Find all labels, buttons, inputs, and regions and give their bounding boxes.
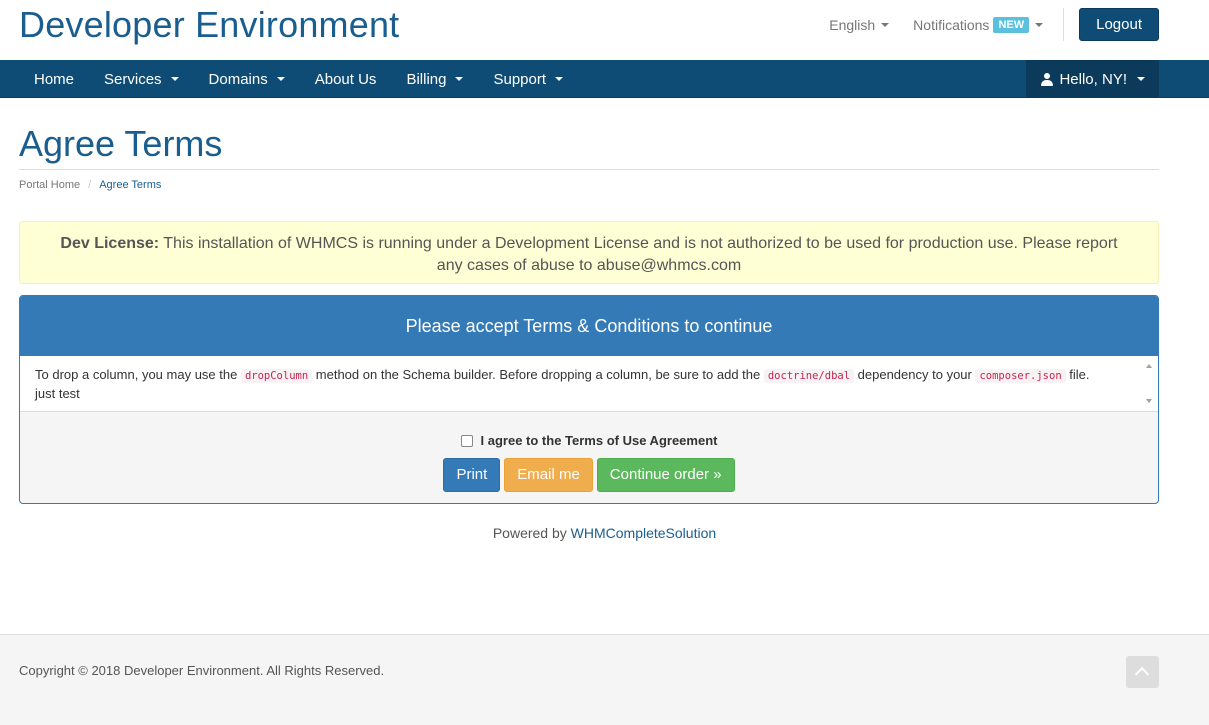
scroll-up-icon[interactable] (1146, 364, 1152, 368)
terms-panel: Please accept Terms & Conditions to cont… (19, 295, 1159, 504)
terms-text: dependency to your (854, 367, 976, 382)
breadcrumb: Portal Home / Agree Terms (19, 179, 161, 191)
action-buttons: Print Email me Continue order » (20, 458, 1158, 492)
dev-license-alert: Dev License: This installation of WHMCS … (19, 221, 1159, 284)
alert-text: This installation of WHMCS is running un… (159, 235, 1118, 274)
nav-item-domains[interactable]: Domains (194, 60, 300, 98)
breadcrumb-portal-home[interactable]: Portal Home (19, 179, 80, 191)
notifications-label: Notifications (913, 16, 990, 33)
nav-label: Domains (208, 70, 268, 88)
terms-text: file. (1065, 367, 1090, 382)
page-title: Agree Terms (19, 123, 223, 164)
chevron-down-icon (881, 22, 890, 27)
terms-text: To drop a column, you may use the (35, 367, 241, 382)
nav-label: Services (104, 70, 162, 88)
nav-item-services[interactable]: Services (89, 60, 194, 98)
chevron-down-icon (555, 77, 564, 81)
nav-item-support[interactable]: Support (478, 60, 578, 98)
nav-label: Support (493, 70, 547, 88)
chevron-down-icon (170, 77, 179, 81)
main-navbar: Home Services Domains About Us Billing S… (0, 60, 1209, 98)
alert-title: Dev License: (60, 235, 160, 252)
terms-text-area[interactable]: To drop a column, you may use the dropCo… (20, 356, 1158, 412)
code-snippet: doctrine/dbal (763, 369, 855, 383)
terms-line-1: To drop a column, you may use the dropCo… (35, 366, 1118, 385)
new-badge: NEW (993, 16, 1030, 33)
user-greeting: Hello, NY! (1059, 70, 1127, 88)
divider (19, 169, 1159, 170)
nav-label: About Us (314, 70, 377, 88)
code-snippet: dropColumn (240, 369, 313, 383)
powered-by: Powered by WHMCompleteSolution (0, 525, 1209, 541)
page-footer: Copyright © 2018 Developer Environment. … (0, 634, 1209, 725)
language-label: English (829, 16, 876, 33)
scroll-down-icon[interactable] (1146, 399, 1152, 403)
copyright-text: Copyright © 2018 Developer Environment. … (19, 663, 385, 678)
email-me-button[interactable]: Email me (504, 458, 593, 492)
agree-label[interactable]: I agree to the Terms of Use Agreement (481, 433, 718, 448)
chevron-down-icon (276, 77, 285, 81)
divider (1063, 8, 1065, 41)
agree-row: I agree to the Terms of Use Agreement (20, 433, 1158, 448)
powered-prefix: Powered by (492, 525, 571, 541)
whmcs-link[interactable]: WHMCompleteSolution (571, 525, 717, 541)
chevron-down-icon (1035, 22, 1044, 27)
agree-checkbox[interactable] (460, 434, 473, 447)
chevron-down-icon (455, 77, 464, 81)
nav-label: Billing (406, 70, 447, 88)
terms-scrollbar[interactable] (1141, 356, 1158, 411)
logout-button[interactable]: Logout (1079, 8, 1159, 41)
print-button[interactable]: Print (443, 458, 501, 492)
nav-label: Home (34, 70, 75, 88)
breadcrumb-agree-terms[interactable]: Agree Terms (99, 179, 161, 191)
back-to-top-button[interactable] (1126, 656, 1159, 688)
nav-item-about-us[interactable]: About Us (300, 60, 392, 98)
language-dropdown[interactable]: English (829, 16, 890, 33)
code-snippet: composer.json (975, 369, 1066, 383)
terms-line-2: just test (35, 386, 80, 401)
panel-heading: Please accept Terms & Conditions to cont… (20, 296, 1158, 356)
breadcrumb-separator: / (88, 179, 92, 191)
continue-order-button[interactable]: Continue order » (596, 458, 735, 492)
user-menu-dropdown[interactable]: Hello, NY! (1026, 60, 1159, 98)
notifications-dropdown[interactable]: Notifications NEW (913, 16, 1044, 33)
chevron-down-icon (1137, 77, 1145, 81)
brand-logo[interactable]: Developer Environment (19, 4, 399, 46)
nav-item-billing[interactable]: Billing (391, 60, 478, 98)
terms-text: method on the Schema builder. Before dro… (312, 367, 764, 382)
nav-item-home[interactable]: Home (19, 60, 89, 98)
panel-footer: I agree to the Terms of Use Agreement Pr… (20, 412, 1158, 492)
user-icon (1041, 72, 1054, 86)
top-right-menu: English Notifications NEW Logout (829, 8, 1159, 41)
